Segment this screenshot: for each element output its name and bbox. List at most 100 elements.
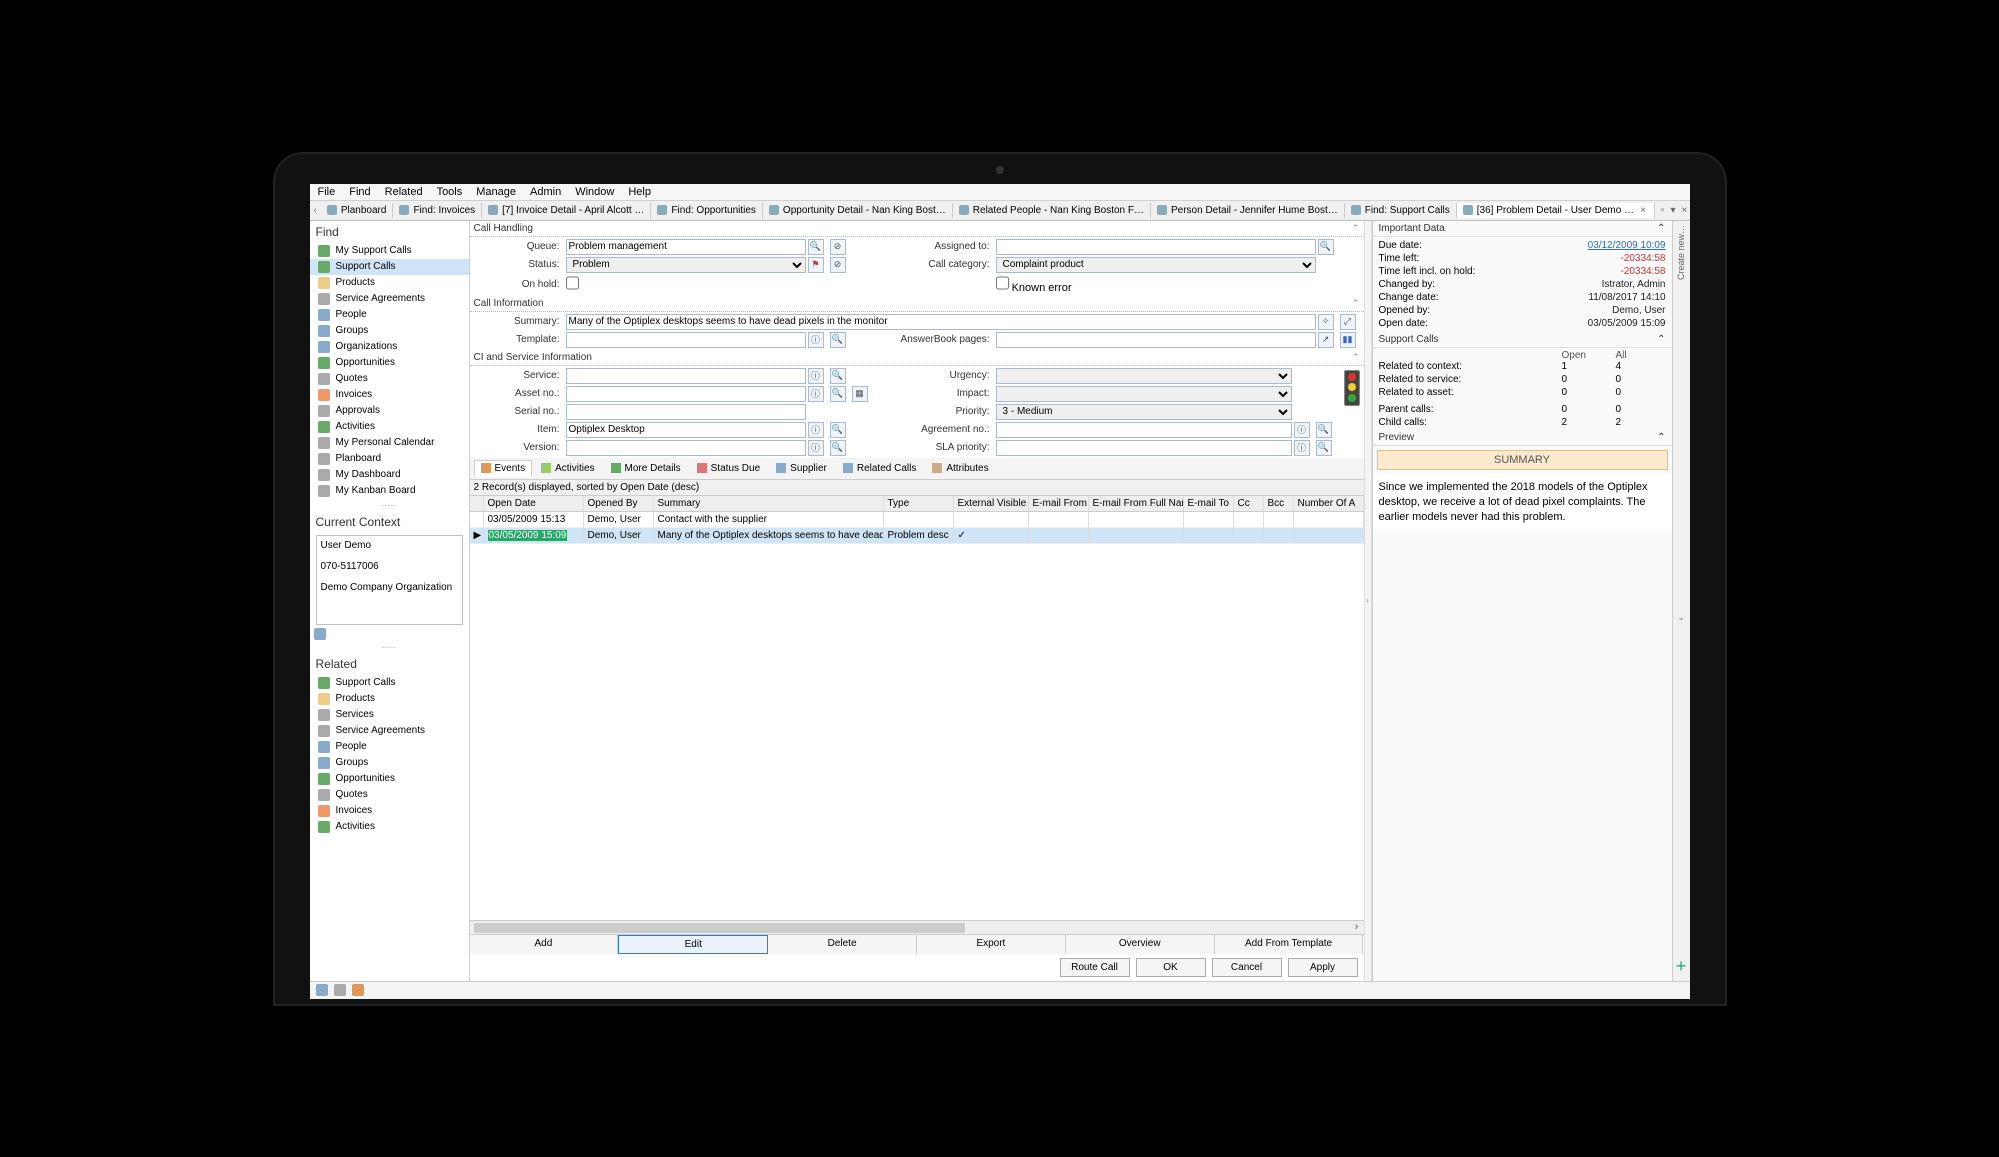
sidebar-item-service-agreements[interactable]: Service Agreements: [310, 291, 469, 307]
search-icon[interactable]: 🔍: [808, 239, 824, 255]
subtab-events[interactable]: Events: [474, 460, 533, 477]
goto-icon[interactable]: ↗: [1318, 332, 1334, 348]
expand-icon[interactable]: ⤢: [1340, 314, 1356, 330]
collapse-icon[interactable]: ⌃: [1352, 223, 1360, 234]
template-input[interactable]: [566, 332, 806, 348]
search-icon[interactable]: 🔍: [830, 386, 846, 402]
table-row[interactable]: 03/05/2009 15:13Demo, UserContact with t…: [470, 512, 1364, 528]
info-icon[interactable]: ⓘ: [808, 440, 824, 456]
collapse-icon[interactable]: ⌃: [1352, 352, 1360, 363]
context-person-icon[interactable]: [314, 628, 326, 640]
sidebar-item-services[interactable]: Services: [310, 707, 469, 723]
tab-close-icon[interactable]: ×: [1638, 205, 1648, 216]
sidebar-item-support-calls[interactable]: Support Calls: [310, 259, 469, 275]
sidebar-item-service-agreements[interactable]: Service Agreements: [310, 723, 469, 739]
main-menu[interactable]: File Find Related Tools Manage Admin Win…: [310, 184, 1690, 201]
sidebar-item-opportunities[interactable]: Opportunities: [310, 771, 469, 787]
info-icon[interactable]: ⓘ: [808, 422, 824, 438]
sidebar-item-organizations[interactable]: Organizations: [310, 339, 469, 355]
subtab-activities[interactable]: Activities: [534, 460, 601, 477]
assignedto-input[interactable]: [996, 239, 1316, 255]
subtab-related-calls[interactable]: Related Calls: [836, 460, 923, 477]
menu-admin[interactable]: Admin: [530, 186, 561, 198]
callcategory-select[interactable]: Complaint product: [996, 257, 1316, 273]
collapse-icon[interactable]: ⌃: [1657, 223, 1665, 234]
horizontal-scrollbar[interactable]: ‹›: [470, 920, 1364, 934]
slapriority-input[interactable]: [996, 440, 1292, 456]
overview-button[interactable]: Overview: [1066, 935, 1215, 954]
menu-file[interactable]: File: [318, 186, 336, 198]
sidebar-item-my-personal-calendar[interactable]: My Personal Calendar: [310, 435, 469, 451]
agreementno-input[interactable]: [996, 422, 1292, 438]
sidebar-item-products[interactable]: Products: [310, 691, 469, 707]
wand-icon[interactable]: ✧: [1318, 314, 1334, 330]
delete-button[interactable]: Delete: [768, 935, 917, 954]
subtab-more-details[interactable]: More Details: [604, 460, 688, 477]
sidebar-item-planboard[interactable]: Planboard: [310, 451, 469, 467]
sidebar-item-my-kanban-board[interactable]: My Kanban Board: [310, 483, 469, 499]
apply-button[interactable]: Apply: [1288, 958, 1358, 977]
menu-manage[interactable]: Manage: [476, 186, 516, 198]
edit-button[interactable]: Edit: [618, 935, 768, 954]
search-icon[interactable]: 🔍: [830, 422, 846, 438]
sidebar-item-invoices[interactable]: Invoices: [310, 803, 469, 819]
menu-help[interactable]: Help: [628, 186, 651, 198]
status-select[interactable]: Problem: [566, 257, 806, 273]
sidebar-item-opportunities[interactable]: Opportunities: [310, 355, 469, 371]
sidebar-item-people[interactable]: People: [310, 307, 469, 323]
add-from-template-button[interactable]: Add From Template: [1215, 935, 1364, 954]
table-row[interactable]: ▶03/05/2009 15:09Demo, UserMany of the O…: [470, 528, 1364, 544]
menu-window[interactable]: Window: [575, 186, 614, 198]
clear-icon[interactable]: ⊘: [830, 257, 846, 273]
sidebar-splitter-icon[interactable]: ·····: [310, 499, 469, 511]
sidebar-item-my-dashboard[interactable]: My Dashboard: [310, 467, 469, 483]
tab-close-all-icon[interactable]: ×: [1681, 205, 1687, 216]
subtab-supplier[interactable]: Supplier: [769, 460, 834, 477]
subtab-attributes[interactable]: Attributes: [925, 460, 995, 477]
sidebar-item-quotes[interactable]: Quotes: [310, 371, 469, 387]
impact-select[interactable]: [996, 386, 1292, 402]
sidebar-item-people[interactable]: People: [310, 739, 469, 755]
barcode-icon[interactable]: ▦: [852, 386, 868, 402]
sidebar-item-groups[interactable]: Groups: [310, 323, 469, 339]
info-icon[interactable]: ⓘ: [1294, 440, 1310, 456]
collapse-icon[interactable]: ⌃: [1657, 432, 1665, 443]
knownerror-checkbox[interactable]: [996, 275, 1009, 291]
search-icon[interactable]: 🔍: [1316, 440, 1332, 456]
summary-input[interactable]: [566, 314, 1316, 330]
right-rail-chevron-icon[interactable]: ⌄: [1677, 612, 1685, 623]
tab-related-people[interactable]: Related People - Nan King Boston F…: [953, 203, 1151, 218]
search-icon[interactable]: 🔍: [1316, 422, 1332, 438]
tab-opportunity-detail[interactable]: Opportunity Detail - Nan King Bost…: [763, 203, 953, 218]
info-icon[interactable]: ⓘ: [808, 368, 824, 384]
sidebar-item-activities[interactable]: Activities: [310, 419, 469, 435]
collapse-icon[interactable]: ⌃: [1352, 298, 1360, 309]
tab-find-invoices[interactable]: Find: Invoices: [393, 203, 482, 218]
search-icon[interactable]: 🔍: [830, 440, 846, 456]
grid-columns[interactable]: Open Date Opened By Summary Type Externa…: [470, 496, 1364, 512]
search-icon[interactable]: 🔍: [1318, 239, 1334, 255]
create-new-button[interactable]: Create new…: [1676, 225, 1686, 280]
status-lock-icon[interactable]: [334, 984, 346, 996]
sidebar-item-support-calls[interactable]: Support Calls: [310, 675, 469, 691]
info-icon[interactable]: ⓘ: [808, 386, 824, 402]
tab-scroll-left-icon[interactable]: ‹: [310, 205, 321, 216]
route-call-button[interactable]: Route Call: [1060, 958, 1130, 977]
status-flag-icon[interactable]: [352, 984, 364, 996]
queue-input[interactable]: [566, 239, 806, 255]
collapse-icon[interactable]: ⌃: [1657, 334, 1665, 345]
tab-problem-detail[interactable]: [36] Problem Detail - User Demo …×: [1457, 203, 1655, 218]
serialno-input[interactable]: [566, 404, 806, 420]
add-icon[interactable]: +: [1676, 956, 1687, 977]
assetno-input[interactable]: [566, 386, 806, 402]
tab-find-support-calls[interactable]: Find: Support Calls: [1345, 203, 1457, 218]
right-panel-collapser[interactable]: ›: [1364, 221, 1372, 981]
status-flag-icon[interactable]: ⚑: [808, 257, 824, 273]
sidebar-item-quotes[interactable]: Quotes: [310, 787, 469, 803]
item-input[interactable]: [566, 422, 806, 438]
menu-find[interactable]: Find: [349, 186, 370, 198]
tab-invoice-detail[interactable]: [7] Invoice Detail - April Alcott …: [482, 203, 651, 218]
search-icon[interactable]: 🔍: [830, 368, 846, 384]
menu-tools[interactable]: Tools: [437, 186, 463, 198]
subtab-status-due[interactable]: Status Due: [690, 460, 767, 477]
